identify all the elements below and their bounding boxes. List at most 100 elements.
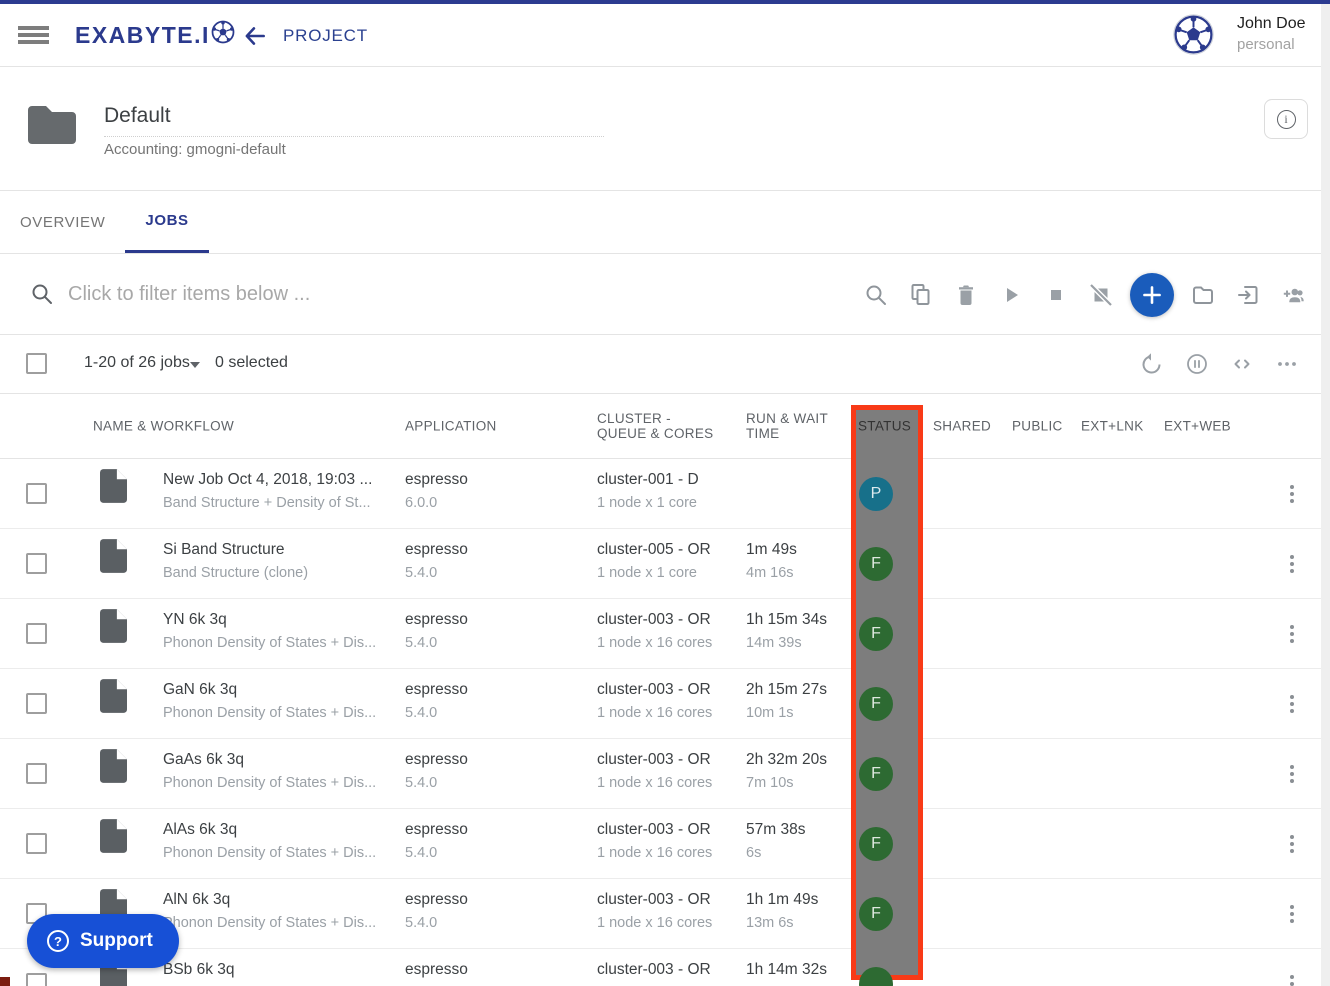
job-name[interactable]: Si Band Structure	[163, 541, 284, 559]
user-account: personal	[1237, 36, 1306, 53]
job-cores: 1 node x 16 cores	[597, 845, 712, 861]
tab-jobs[interactable]: JOBS	[125, 191, 208, 253]
row-checkbox[interactable]	[26, 833, 47, 854]
col-ext-lnk[interactable]: EXT+LNK	[1081, 419, 1144, 434]
job-application: espresso	[405, 611, 468, 629]
table-row[interactable]: YN 6k 3q Phonon Density of States + Dis.…	[0, 599, 1330, 669]
refresh-icon[interactable]	[1140, 352, 1164, 376]
breadcrumb-project[interactable]: PROJECT	[283, 26, 368, 46]
exabyte-logo[interactable]: EXABYTE.I	[75, 20, 235, 50]
user-avatar[interactable]	[1172, 13, 1215, 56]
file-document-icon	[100, 679, 127, 718]
row-kebab-menu-icon[interactable]	[1280, 901, 1304, 927]
pagination-range[interactable]: 1-20 of 26 jobs	[84, 354, 190, 372]
col-public[interactable]: PUBLIC	[1012, 419, 1063, 434]
file-document-icon	[100, 749, 127, 788]
row-kebab-menu-icon[interactable]	[1280, 831, 1304, 857]
status-badge[interactable]: F	[859, 827, 893, 861]
table-row[interactable]: GaAs 6k 3q Phonon Density of States + Di…	[0, 739, 1330, 809]
table-row[interactable]: AlAs 6k 3q Phonon Density of States + Di…	[0, 809, 1330, 879]
info-button[interactable]: i	[1264, 99, 1308, 139]
cancel-icon[interactable]	[1089, 283, 1113, 307]
collaborative-sharing-icon[interactable]	[1281, 283, 1305, 307]
job-cluster-queue: cluster-001 - D	[597, 471, 699, 489]
user-info[interactable]: John Doe personal	[1237, 15, 1306, 53]
pause-updates-icon[interactable]	[1185, 352, 1209, 376]
col-run-wait-time[interactable]: RUN & WAIT TIME	[746, 411, 831, 441]
col-ext-web[interactable]: EXT+WEB	[1164, 419, 1231, 434]
code-brackets-icon[interactable]	[1230, 352, 1254, 376]
col-name-workflow[interactable]: NAME & WORKFLOW	[93, 419, 234, 434]
dotted-divider	[104, 136, 604, 137]
delete-icon[interactable]	[954, 283, 978, 307]
job-name[interactable]: GaN 6k 3q	[163, 681, 237, 699]
create-job-button[interactable]	[1130, 273, 1174, 317]
job-name[interactable]: GaAs 6k 3q	[163, 751, 244, 769]
job-name[interactable]: BSb 6k 3q	[163, 961, 235, 979]
job-application: espresso	[405, 681, 468, 699]
row-kebab-menu-icon[interactable]	[1280, 481, 1304, 507]
table-row[interactable]: GaN 6k 3q Phonon Density of States + Dis…	[0, 669, 1330, 739]
job-name[interactable]: YN 6k 3q	[163, 611, 227, 629]
job-workflow: Phonon Density of States + Dis...	[163, 635, 376, 651]
row-checkbox[interactable]	[26, 553, 47, 574]
row-kebab-menu-icon[interactable]	[1280, 621, 1304, 647]
play-icon[interactable]	[999, 283, 1023, 307]
select-all-checkbox[interactable]	[26, 353, 47, 374]
col-application[interactable]: APPLICATION	[405, 419, 497, 434]
status-badge[interactable]: F	[859, 547, 893, 581]
job-cluster-queue: cluster-003 - OR	[597, 891, 711, 909]
row-checkbox[interactable]	[26, 623, 47, 644]
job-wait-time: 6s	[746, 845, 761, 861]
copy-icon[interactable]	[909, 283, 933, 307]
status-badge[interactable]: P	[859, 477, 893, 511]
chevron-down-icon[interactable]	[190, 362, 200, 368]
support-button[interactable]: ? Support	[27, 914, 179, 968]
scrollbar-track[interactable]	[1321, 4, 1330, 986]
tab-overview[interactable]: OVERVIEW	[0, 191, 125, 253]
row-checkbox[interactable]	[26, 693, 47, 714]
row-checkbox[interactable]	[26, 763, 47, 784]
status-badge[interactable]: F	[859, 757, 893, 791]
import-icon[interactable]	[1236, 283, 1260, 307]
back-arrow-icon[interactable]	[242, 23, 268, 54]
row-kebab-menu-icon[interactable]	[1280, 551, 1304, 577]
row-checkbox[interactable]	[26, 483, 47, 504]
search-icon[interactable]	[864, 283, 888, 307]
folder-icon-toolbar[interactable]	[1191, 283, 1215, 307]
logo-text: EXABYTE.I	[75, 22, 210, 49]
col-cluster-queue-cores[interactable]: CLUSTER - QUEUE & CORES	[597, 411, 722, 441]
tab-bar: OVERVIEW JOBS	[0, 191, 1330, 254]
jobs-table-body: New Job Oct 4, 2018, 19:03 ... Band Stru…	[0, 459, 1330, 986]
job-cluster-queue: cluster-003 - OR	[597, 751, 711, 769]
job-name[interactable]: New Job Oct 4, 2018, 19:03 ...	[163, 471, 372, 489]
more-options-icon[interactable]	[1275, 352, 1299, 376]
table-row[interactable]: Si Band Structure Band Structure (clone)…	[0, 529, 1330, 599]
job-name[interactable]: AlAs 6k 3q	[163, 821, 237, 839]
row-kebab-menu-icon[interactable]	[1280, 761, 1304, 787]
job-wait-time: 7m 10s	[746, 775, 794, 791]
table-row[interactable]: BSb 6k 3q espresso cluster-003 - OR 1h 1…	[0, 949, 1330, 986]
job-run-time: 2h 15m 27s	[746, 681, 827, 699]
job-name[interactable]: AlN 6k 3q	[163, 891, 230, 909]
filter-input[interactable]	[68, 276, 628, 312]
job-cores: 1 node x 16 cores	[597, 915, 712, 931]
row-checkbox[interactable]	[26, 973, 47, 986]
screen-edge-artifact	[0, 977, 10, 986]
hamburger-menu-icon[interactable]	[18, 26, 49, 44]
job-cluster-queue: cluster-003 - OR	[597, 961, 711, 979]
table-row[interactable]: AlN 6k 3q Phonon Density of States + Dis…	[0, 879, 1330, 949]
job-application: espresso	[405, 471, 468, 489]
job-application-version: 5.4.0	[405, 915, 437, 931]
question-mark-icon: ?	[47, 930, 69, 952]
status-badge[interactable]: F	[859, 617, 893, 651]
col-status[interactable]: STATUS	[858, 419, 911, 434]
row-kebab-menu-icon[interactable]	[1280, 691, 1304, 717]
status-badge[interactable]: F	[859, 897, 893, 931]
stop-icon[interactable]	[1044, 283, 1068, 307]
table-row[interactable]: New Job Oct 4, 2018, 19:03 ... Band Stru…	[0, 459, 1330, 529]
status-badge[interactable]: F	[859, 687, 893, 721]
row-kebab-menu-icon[interactable]	[1280, 971, 1304, 986]
job-workflow: Phonon Density of States + Dis...	[163, 705, 376, 721]
col-shared[interactable]: SHARED	[933, 419, 991, 434]
